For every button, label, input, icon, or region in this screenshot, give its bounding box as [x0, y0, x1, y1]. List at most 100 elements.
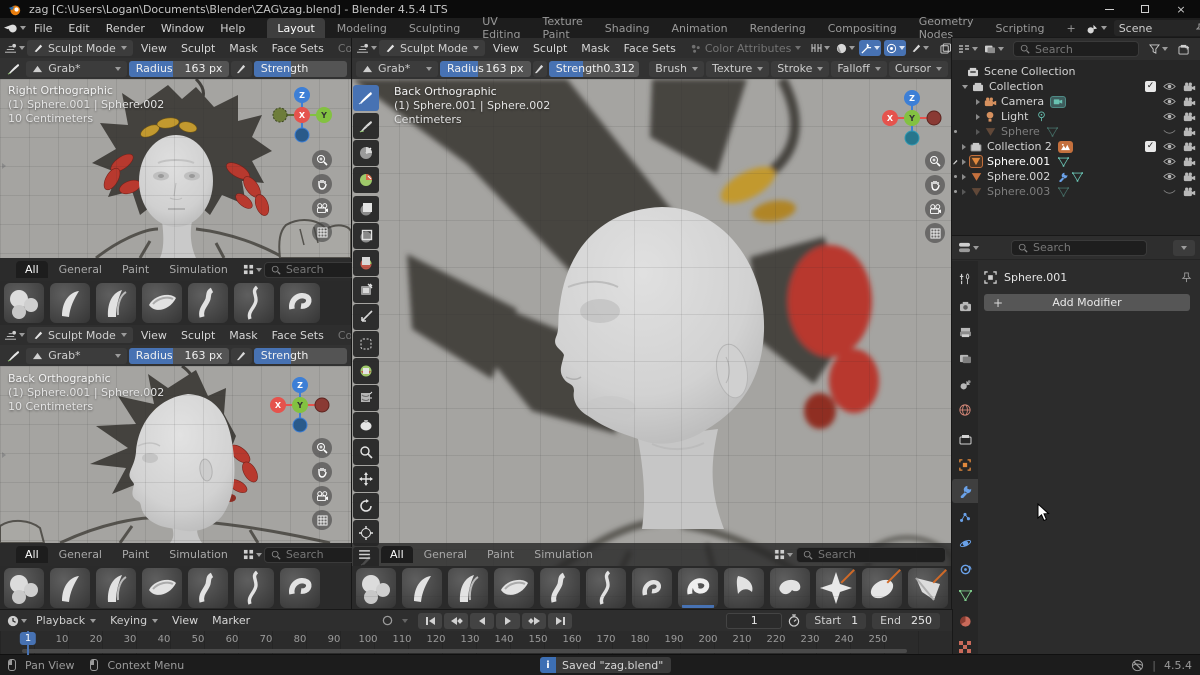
radius-pressure-icon[interactable] [533, 61, 547, 77]
mode-selector[interactable]: Sculpt Mode [379, 40, 485, 56]
brush-thumbnail[interactable] [632, 568, 672, 608]
mode-selector[interactable]: Sculpt Mode [27, 40, 133, 56]
camera-view-icon[interactable] [312, 198, 332, 218]
active-tool-icon[interactable] [4, 61, 24, 77]
menu-help[interactable]: Help [212, 22, 253, 35]
disable-render-camera-icon[interactable] [1183, 112, 1196, 122]
outliner-search[interactable] [1013, 41, 1139, 57]
shelf-search-input[interactable] [286, 263, 356, 276]
workspace-tab-modeling[interactable]: Modeling [327, 18, 397, 38]
tool-mesh-filter[interactable] [353, 358, 379, 384]
pin-icon[interactable] [1181, 272, 1192, 283]
minimize-button[interactable] [1104, 4, 1114, 14]
close-button[interactable]: × [1176, 4, 1186, 14]
shelf-tab-paint[interactable]: Paint [113, 261, 158, 278]
outliner-row-sphere[interactable]: Sphere [952, 124, 1200, 139]
shelf-tab-all[interactable]: All [16, 546, 48, 563]
brush-thumbnail[interactable] [96, 568, 136, 608]
proportional-edit-icon[interactable] [884, 40, 906, 56]
shelf-tab-paint[interactable]: Paint [478, 546, 523, 563]
collection-checkbox[interactable]: ✓ [1145, 141, 1156, 152]
marker-menu[interactable]: Marker [206, 614, 256, 627]
start-frame-field[interactable]: Start1 [806, 613, 866, 629]
brush-thumbnail[interactable] [724, 568, 764, 608]
brush-thumbnail[interactable] [280, 283, 320, 323]
hide-eye-icon[interactable] [1163, 97, 1176, 106]
tool-mask-by-color[interactable] [353, 439, 379, 465]
filter-icon[interactable] [1147, 41, 1169, 57]
hidden-eye-closed-icon[interactable] [1163, 128, 1176, 136]
editor-type-icon[interactable] [4, 40, 25, 56]
outliner-row-scene-collection[interactable]: Scene Collection [952, 64, 1200, 79]
menu-view[interactable]: View [135, 42, 173, 55]
properties-search-input[interactable] [1033, 241, 1103, 254]
hidden-eye-closed-icon[interactable] [1163, 188, 1176, 196]
brush-thumbnail[interactable] [494, 568, 534, 608]
brush-thumbnail[interactable] [908, 568, 948, 608]
properties-search[interactable] [1011, 240, 1147, 256]
outliner-row-light[interactable]: Light [952, 109, 1200, 124]
camera-view-icon[interactable] [312, 486, 332, 506]
menu-view[interactable]: View [135, 329, 173, 342]
tool-cloth-filter[interactable] [353, 385, 379, 411]
editor-type-icon[interactable] [957, 41, 979, 57]
disable-render-camera-icon[interactable] [1183, 187, 1196, 197]
saved-notification[interactable]: i Saved "zag.blend" [540, 657, 671, 673]
expand-icon[interactable] [962, 189, 966, 195]
brush-thumbnail[interactable] [4, 283, 44, 323]
outliner-row-sphere-003[interactable]: Sphere.003 [952, 184, 1200, 199]
viewport-a-nav-gizmo[interactable]: Z X Y [270, 83, 334, 150]
collapse-icon[interactable] [962, 85, 968, 89]
hide-eye-icon[interactable] [1163, 112, 1176, 121]
radius-slider[interactable]: Radius163 px [129, 61, 230, 77]
workspace-tab-layout[interactable]: Layout [267, 18, 324, 38]
keying-menu[interactable]: Keying [104, 613, 164, 629]
brush-thumbnail[interactable] [234, 568, 274, 608]
brush-thumbnail[interactable] [96, 283, 136, 323]
workspace-tab-rendering[interactable]: Rendering [740, 18, 816, 38]
object-name[interactable]: Sphere.001 [1004, 271, 1067, 284]
hide-eye-icon[interactable] [1163, 82, 1176, 91]
brush-thumbnail[interactable] [770, 568, 810, 608]
brush-thumbnail-active-grab[interactable] [678, 568, 718, 608]
workspace-tab-scripting[interactable]: Scripting [986, 18, 1055, 38]
disable-render-camera-icon[interactable] [1183, 82, 1196, 92]
radius-slider[interactable]: Radius163 px [129, 348, 230, 364]
outliner-row-camera[interactable]: Camera [952, 94, 1200, 109]
brush-thumbnail[interactable] [862, 568, 902, 608]
outliner-row-collection[interactable]: Collection ✓ [952, 79, 1200, 94]
prev-keyframe-button[interactable] [444, 613, 468, 629]
viewport-shading-icon[interactable] [834, 40, 856, 56]
end-frame-field[interactable]: End250 [872, 613, 940, 629]
tab-view-layer[interactable] [952, 346, 978, 370]
tool-color-filter[interactable] [353, 412, 379, 438]
menu-sculpt[interactable]: Sculpt [175, 329, 221, 342]
brush-thumbnail[interactable] [356, 568, 396, 608]
tool-mask-brush[interactable] [353, 140, 379, 166]
editor-type-icon[interactable] [6, 613, 28, 629]
camera-view-icon[interactable] [925, 199, 945, 219]
brush-thumbnail[interactable] [402, 568, 442, 608]
active-tool-icon[interactable] [4, 348, 24, 364]
expand-icon[interactable] [976, 99, 980, 105]
shelf-tab-paint[interactable]: Paint [113, 546, 158, 563]
jump-to-start-button[interactable] [418, 613, 442, 629]
blender-menu-icon[interactable] [4, 20, 26, 36]
new-collection-icon[interactable] [1173, 41, 1195, 57]
menu-render[interactable]: Render [98, 22, 153, 35]
expand-icon[interactable] [962, 159, 966, 165]
shelf-search[interactable] [264, 262, 363, 278]
outliner-row-collection-2[interactable]: Collection 2 ✓ [952, 139, 1200, 154]
texture-popover[interactable]: Texture [706, 61, 769, 77]
brush-thumbnail[interactable] [540, 568, 580, 608]
strength-slider[interactable]: Strength [254, 61, 347, 77]
menu-sculpt[interactable]: Sculpt [175, 42, 221, 55]
shelf-search-input[interactable] [286, 548, 356, 561]
brush-thumbnail[interactable] [816, 568, 856, 608]
cursor-popover[interactable]: Cursor [889, 61, 948, 77]
shelf-tab-general[interactable]: General [50, 261, 111, 278]
viewport-b-canvas[interactable]: Back Orthographic (1) Sphere.001 | Spher… [0, 366, 351, 543]
tab-scene[interactable] [952, 372, 978, 396]
brush-thumbnail[interactable] [188, 283, 228, 323]
collection-checkbox[interactable]: ✓ [1145, 81, 1156, 92]
